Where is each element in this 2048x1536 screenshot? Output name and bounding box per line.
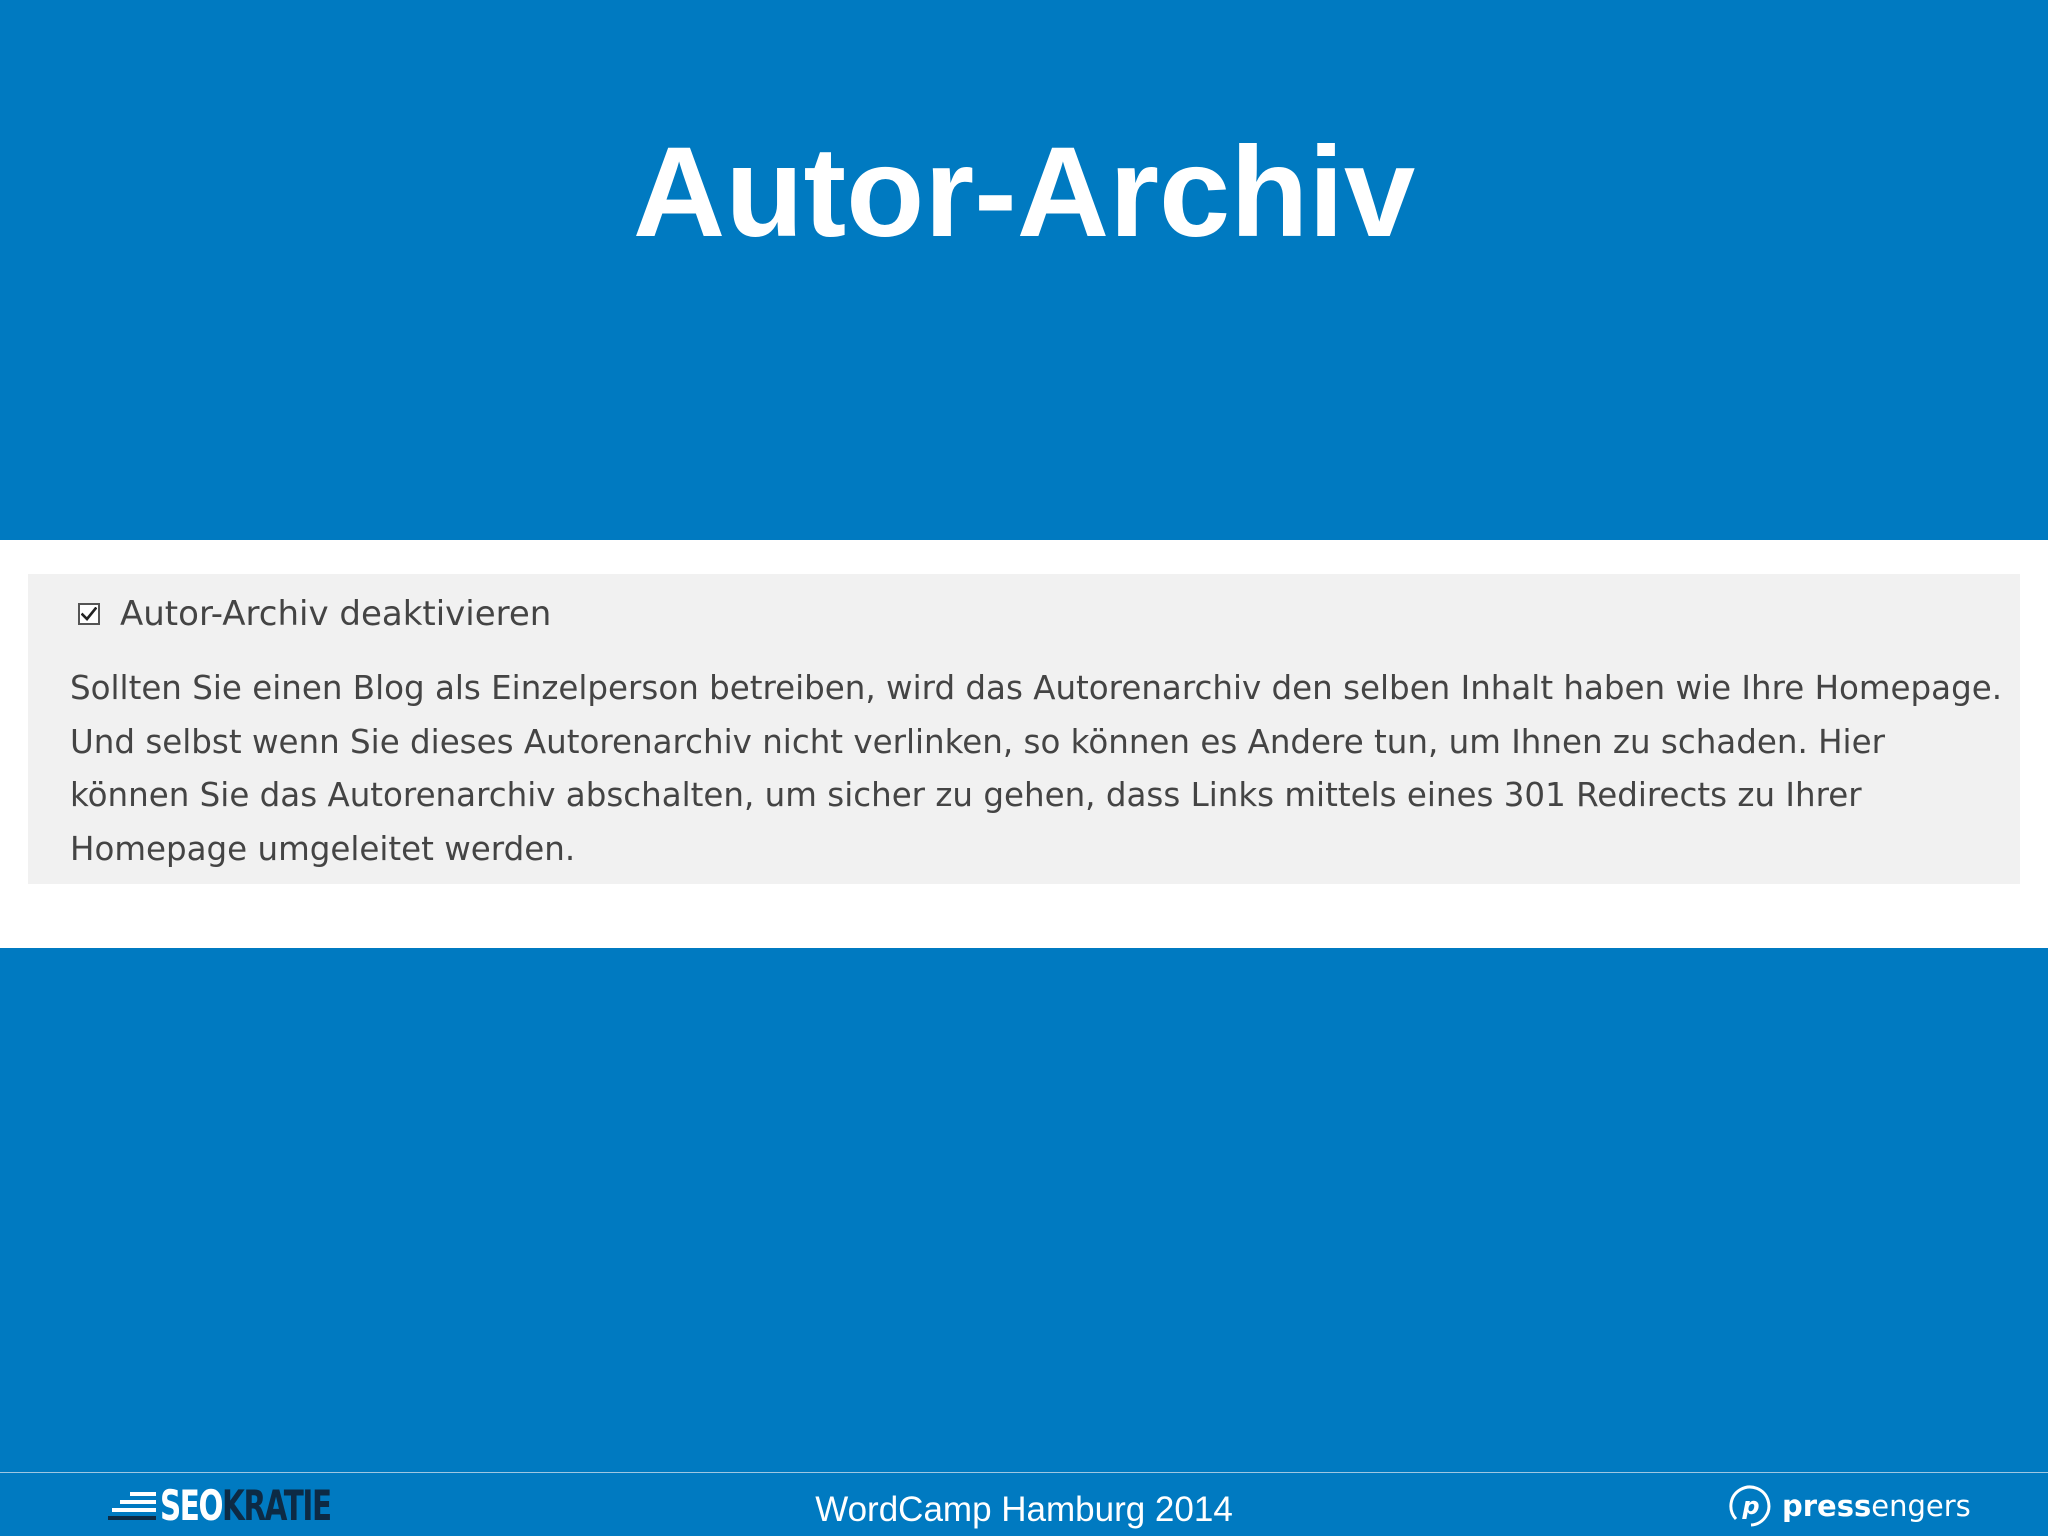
pressengers-press: press [1782, 1489, 1872, 1523]
settings-panel: Autor-Archiv deaktivieren Sollten Sie ei… [28, 574, 2020, 884]
svg-text:p: p [1741, 1492, 1759, 1520]
p-circle-icon: p [1729, 1485, 1771, 1527]
footer-divider [0, 1472, 2048, 1473]
pressengers-wordmark: pressengers [1782, 1486, 1971, 1526]
checkmark-icon [81, 607, 97, 621]
checkbox-label[interactable]: Autor-Archiv deaktivieren [120, 594, 551, 634]
settings-screenshot: Autor-Archiv deaktivieren Sollten Sie ei… [0, 540, 2048, 948]
pressengers-engers: engers [1871, 1489, 1971, 1523]
slide-title: Autor-Archiv [632, 121, 1416, 264]
option-description: Sollten Sie einen Blog als Einzelperson … [70, 669, 2003, 868]
author-archive-option[interactable]: Autor-Archiv deaktivieren [78, 592, 551, 636]
pressengers-logo: p pressengers [1728, 1482, 1971, 1530]
disable-author-archive-checkbox[interactable] [78, 603, 100, 625]
